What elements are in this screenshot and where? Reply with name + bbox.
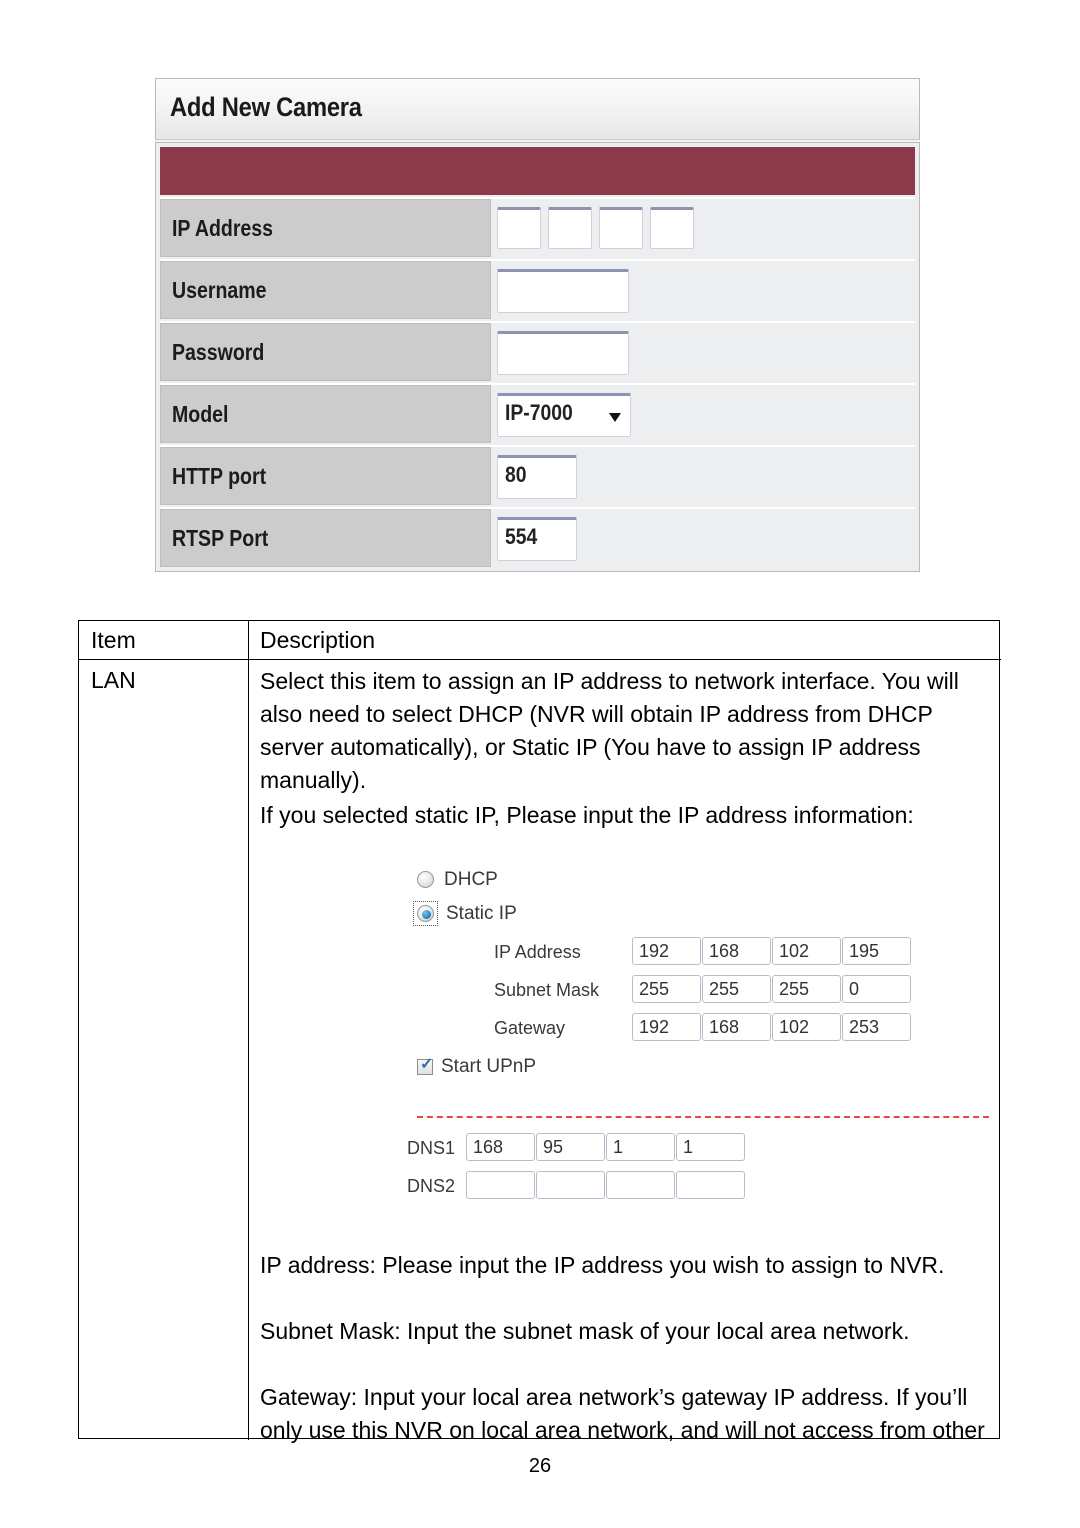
camera-row-label-text: RTSP Port xyxy=(172,525,269,551)
ip-address-octet-4[interactable]: 195 xyxy=(842,937,911,965)
radio-dhcp-label: DHCP xyxy=(444,869,498,890)
add-new-camera-screenshot: Add New Camera IP Address Username Passw… xyxy=(155,78,920,572)
ip-address-octet-4-value: 195 xyxy=(849,941,880,961)
description-paragraph-2: If you selected static IP, Please input … xyxy=(260,802,914,828)
subnet-mask-octet-3[interactable]: 255 xyxy=(772,975,841,1003)
description-paragraph-4: Subnet Mask: Input the subnet mask of yo… xyxy=(260,1318,910,1344)
camera-ip-octet-3[interactable] xyxy=(599,207,643,249)
ip-address-octet-1[interactable]: 192 xyxy=(632,937,701,965)
camera-ip-octet-2[interactable] xyxy=(548,207,592,249)
field-label-dns1: DNS1 xyxy=(407,1138,456,1158)
camera-row-label-text: Model xyxy=(172,401,229,427)
checkbox-start-upnp[interactable]: ✓ xyxy=(417,1056,434,1075)
table-header-description: Description xyxy=(260,627,376,653)
checkbox-start-upnp-label: Start UPnP xyxy=(441,1056,537,1077)
table-header-divider xyxy=(79,659,1001,661)
field-label-dns2: DNS2 xyxy=(407,1176,456,1196)
camera-http-port-value: 80 xyxy=(505,462,527,487)
camera-model-value: IP-7000 xyxy=(505,400,573,425)
ip-address-octet-2-value: 168 xyxy=(709,941,740,961)
ip-address-octet-3-value: 102 xyxy=(779,941,810,961)
dns1-octet-3-value: 1 xyxy=(613,1137,624,1157)
radio-dhcp[interactable] xyxy=(417,871,434,888)
camera-row-username: Username xyxy=(160,259,915,319)
gateway-octet-1-value: 192 xyxy=(639,1017,670,1037)
description-paragraph-1: Select this item to assign an IP address… xyxy=(260,668,959,793)
dns2-octet-1[interactable] xyxy=(466,1171,535,1199)
radio-static-ip-dot xyxy=(422,910,431,919)
dns1-octet-1[interactable]: 168 xyxy=(466,1133,535,1161)
camera-row-label-text: Username xyxy=(172,277,267,303)
camera-row-rtsp-port: RTSP Port 554 xyxy=(160,507,915,567)
description-table: Item Description LAN Select this item to… xyxy=(78,620,1001,1443)
gateway-octet-4-value: 253 xyxy=(849,1017,880,1037)
dns2-octet-3[interactable] xyxy=(606,1171,675,1199)
gateway-octet-2[interactable]: 168 xyxy=(702,1013,771,1041)
subnet-mask-octet-1-value: 255 xyxy=(639,979,670,999)
ip-address-octet-1-value: 192 xyxy=(639,941,670,961)
dns1-octet-1-value: 168 xyxy=(473,1137,504,1157)
camera-dialog-title: Add New Camera xyxy=(170,92,362,122)
description-paragraph-3: IP address: Please input the IP address … xyxy=(260,1252,945,1278)
description-paragraph-5: Gateway: Input your local area network’s… xyxy=(260,1384,985,1443)
camera-dialog-titlebar: Add New Camera xyxy=(155,78,920,140)
subnet-mask-octet-1[interactable]: 255 xyxy=(632,975,701,1003)
subnet-mask-octet-2-value: 255 xyxy=(709,979,740,999)
subnet-mask-octet-3-value: 255 xyxy=(779,979,810,999)
camera-username-input[interactable] xyxy=(497,269,629,313)
chevron-down-icon xyxy=(609,413,621,422)
camera-ip-octet-4[interactable] xyxy=(650,207,694,249)
radio-static-ip-label: Static IP xyxy=(446,903,517,924)
camera-dialog-body: IP Address Username Password Model IP-70… xyxy=(155,142,920,572)
table-column-divider xyxy=(248,621,250,1440)
ip-address-octet-2[interactable]: 168 xyxy=(702,937,771,965)
dns1-octet-2[interactable]: 95 xyxy=(536,1133,605,1161)
camera-dialog-accent-bar xyxy=(160,147,915,195)
subnet-mask-octet-2[interactable]: 255 xyxy=(702,975,771,1003)
camera-model-select[interactable]: IP-7000 xyxy=(497,393,631,437)
camera-ip-octet-1[interactable] xyxy=(497,207,541,249)
dns1-octet-4-value: 1 xyxy=(683,1137,694,1157)
dns2-octet-2[interactable] xyxy=(536,1171,605,1199)
field-label-ip-address: IP Address xyxy=(494,942,581,962)
camera-row-label: Model xyxy=(160,385,491,443)
camera-row-label-text: HTTP port xyxy=(172,463,267,489)
camera-row-label-text: Password xyxy=(172,339,265,365)
camera-password-input[interactable] xyxy=(497,331,629,375)
camera-row-password: Password xyxy=(160,321,915,381)
table-header-item: Item xyxy=(91,627,136,653)
page-number: 26 xyxy=(528,1455,552,1477)
camera-row-label: Password xyxy=(160,323,491,381)
gateway-octet-4[interactable]: 253 xyxy=(842,1013,911,1041)
radio-static-ip[interactable] xyxy=(417,905,434,922)
camera-rtsp-port-value: 554 xyxy=(505,524,538,549)
camera-row-ip-address: IP Address xyxy=(160,197,915,257)
subnet-mask-octet-4[interactable]: 0 xyxy=(842,975,911,1003)
gateway-octet-3-value: 102 xyxy=(779,1017,810,1037)
camera-row-label: RTSP Port xyxy=(160,509,491,567)
table-row-item-lan: LAN xyxy=(91,667,136,693)
dns1-octet-3[interactable]: 1 xyxy=(606,1133,675,1161)
ip-address-octet-3[interactable]: 102 xyxy=(772,937,841,965)
subnet-mask-octet-4-value: 0 xyxy=(849,979,860,999)
camera-http-port-input[interactable]: 80 xyxy=(497,455,577,499)
camera-row-http-port: HTTP port 80 xyxy=(160,445,915,505)
field-label-gateway: Gateway xyxy=(494,1018,566,1038)
camera-row-model: Model IP-7000 xyxy=(160,383,915,443)
dns1-octet-2-value: 95 xyxy=(543,1137,564,1157)
gateway-octet-3[interactable]: 102 xyxy=(772,1013,841,1041)
dns1-octet-4[interactable]: 1 xyxy=(676,1133,745,1161)
dns2-octet-4[interactable] xyxy=(676,1171,745,1199)
camera-row-label-text: IP Address xyxy=(172,215,274,241)
camera-row-label: HTTP port xyxy=(160,447,491,505)
camera-row-label: IP Address xyxy=(160,199,491,257)
check-icon: ✓ xyxy=(420,1056,434,1073)
camera-row-label: Username xyxy=(160,261,491,319)
gateway-octet-1[interactable]: 192 xyxy=(632,1013,701,1041)
gateway-octet-2-value: 168 xyxy=(709,1017,740,1037)
camera-rtsp-port-input[interactable]: 554 xyxy=(497,517,577,561)
field-label-subnet-mask: Subnet Mask xyxy=(494,980,600,1000)
network-settings-screenshot: DHCP Static IP IP Address 192 168 102 19… xyxy=(389,866,999,1201)
section-divider xyxy=(417,1116,989,1118)
